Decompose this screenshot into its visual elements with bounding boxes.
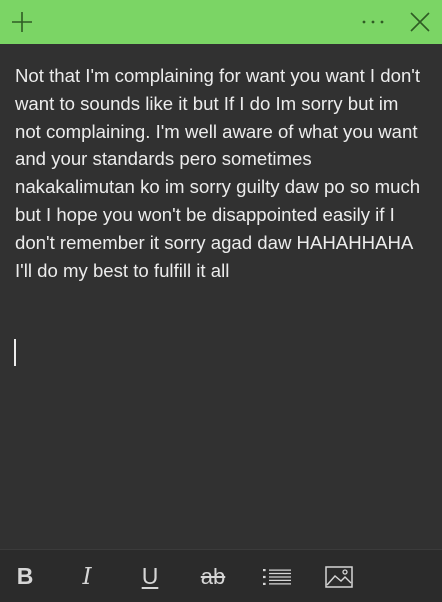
ellipsis-icon [362,20,384,24]
plus-icon [12,12,32,32]
bulleted-list-icon [263,568,291,585]
strikethrough-button[interactable]: ab [193,550,233,602]
bullets-button[interactable] [257,550,297,602]
close-icon [410,12,430,32]
bold-button[interactable]: B [5,550,45,602]
note-text-area[interactable]: Not that I'm complaining for want you wa… [15,62,429,284]
sticky-note-window: Not that I'm complaining for want you wa… [0,0,442,602]
close-button[interactable] [398,0,442,44]
more-options-button[interactable] [348,0,398,44]
image-icon [325,565,353,588]
italic-button[interactable]: I [67,550,107,602]
insert-image-button[interactable] [319,550,359,602]
titlebar [0,0,442,44]
formatting-toolbar: B I U ab [0,549,442,602]
text-cursor [14,339,16,366]
new-note-button[interactable] [0,0,44,44]
underline-button[interactable]: U [130,550,170,602]
